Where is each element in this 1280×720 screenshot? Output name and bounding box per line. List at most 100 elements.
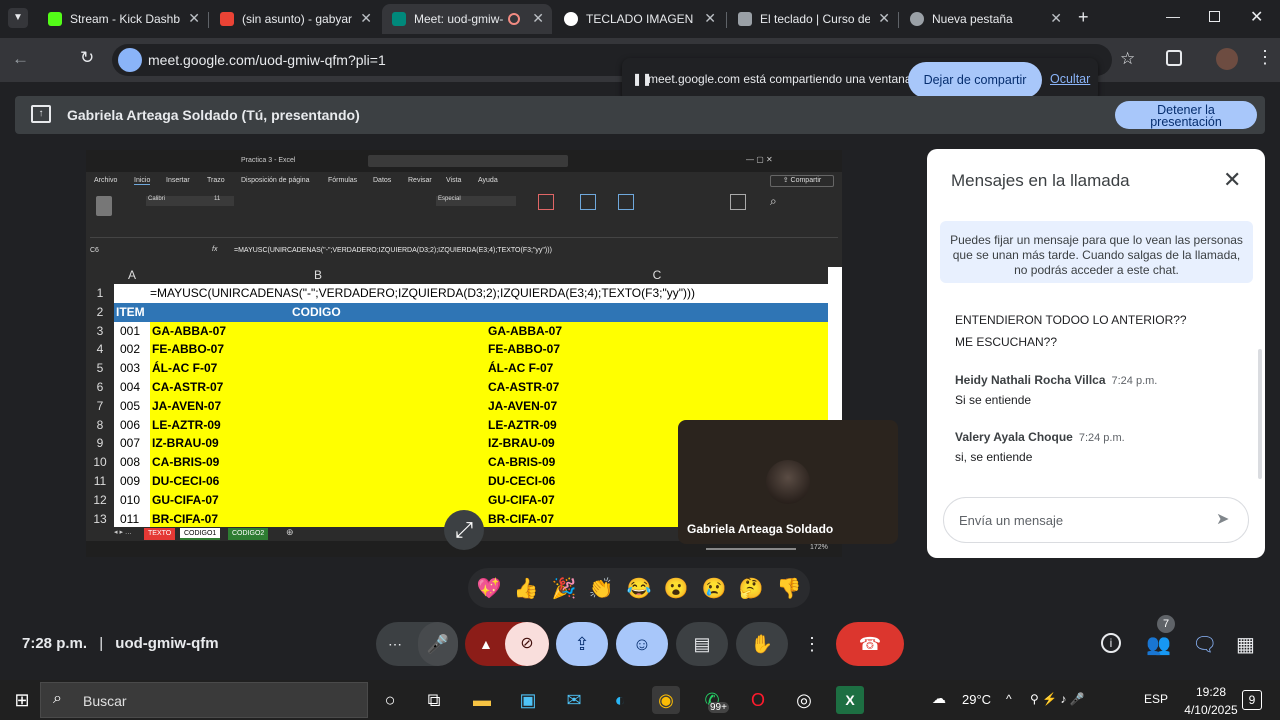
- item-cell[interactable]: 011: [114, 510, 150, 529]
- reaction-thinking-icon[interactable]: 🤔: [737, 576, 765, 601]
- close-window-icon[interactable]: ✕: [1250, 7, 1263, 27]
- add-sheet-icon[interactable]: ⊕: [286, 527, 294, 538]
- column-header-a[interactable]: A: [114, 267, 150, 284]
- menu-trazo[interactable]: Trazo: [207, 177, 225, 184]
- close-icon[interactable]: ✕: [188, 10, 200, 27]
- item-cell[interactable]: 009: [114, 472, 150, 491]
- extensions-icon[interactable]: [1166, 50, 1182, 66]
- menu-datos[interactable]: Datos: [373, 177, 391, 184]
- meeting-details-icon[interactable]: i: [1101, 633, 1121, 653]
- codigo-cell-c[interactable]: GA-ABBA-07: [486, 321, 828, 341]
- item-cell[interactable]: 004: [114, 378, 150, 397]
- store-icon[interactable]: ▣: [514, 686, 542, 714]
- camera-options-icon[interactable]: ▲: [479, 622, 493, 666]
- codigo-cell-b[interactable]: DU-CECI-06: [150, 472, 486, 491]
- avatar[interactable]: [1216, 48, 1238, 70]
- microphone-icon[interactable]: 🎤: [418, 622, 458, 666]
- column-header-c[interactable]: C: [486, 267, 828, 284]
- number-format-box[interactable]: Especial: [436, 196, 516, 206]
- close-icon[interactable]: ✕: [1223, 167, 1241, 193]
- menu-disposicion[interactable]: Disposición de página: [241, 177, 310, 184]
- weather-icon[interactable]: ☁: [932, 690, 946, 707]
- temperature[interactable]: 29°C: [962, 692, 991, 707]
- bookmark-star-icon[interactable]: ☆: [1120, 49, 1135, 69]
- tab-gmail[interactable]: (sin asunto) - gabyart ✕: [210, 4, 380, 34]
- restore-icon[interactable]: [1209, 11, 1220, 22]
- reaction-sad-icon[interactable]: 😢: [700, 576, 728, 601]
- chat-icon[interactable]: 🗨: [1192, 632, 1217, 657]
- header-item[interactable]: ITEM: [114, 302, 150, 322]
- codigo-cell-c[interactable]: CA-ASTR-07: [486, 378, 828, 397]
- opera-icon[interactable]: O: [744, 686, 772, 714]
- reaction-heart-icon[interactable]: 💖: [475, 576, 503, 601]
- mic-site-icon[interactable]: [118, 48, 142, 72]
- codigo-cell-b[interactable]: ÁL-AC F-07: [150, 359, 486, 378]
- conditional-format-icon[interactable]: [538, 194, 554, 210]
- codigo-cell-c[interactable]: ÁL-AC F-07: [486, 359, 828, 378]
- menu-revisar[interactable]: Revisar: [408, 177, 432, 184]
- sort-filter-icon[interactable]: [730, 194, 746, 210]
- tray-chevron-icon[interactable]: ^: [1006, 692, 1012, 706]
- menu-kebab-icon[interactable]: ⋮: [1256, 47, 1274, 68]
- codigo-cell-c[interactable]: JA-AVEN-07: [486, 396, 828, 416]
- codigo-cell-c[interactable]: FE-ABBO-07: [486, 340, 828, 360]
- codigo-cell-b[interactable]: FE-ABBO-07: [150, 340, 486, 360]
- reaction-surprised-icon[interactable]: 😮: [662, 576, 690, 601]
- codigo-cell-b[interactable]: JA-AVEN-07: [150, 396, 486, 416]
- windows-start-icon[interactable]: ⊞: [8, 686, 36, 714]
- zoom-slider[interactable]: [706, 548, 796, 550]
- tab-kick[interactable]: Stream - Kick Dashbo ✕: [38, 4, 208, 34]
- clock-time[interactable]: 19:28: [1186, 685, 1236, 699]
- excel-search-box[interactable]: [368, 155, 568, 167]
- expand-icon[interactable]: ⤢: [444, 510, 484, 550]
- menu-ayuda[interactable]: Ayuda: [478, 177, 498, 184]
- chat-scrollbar[interactable]: [1258, 349, 1262, 479]
- notification-icon[interactable]: 9: [1242, 690, 1262, 710]
- item-cell[interactable]: 003: [114, 359, 150, 378]
- emoji-reactions-button[interactable]: ☺: [616, 622, 668, 666]
- sheet-tab-codigo1[interactable]: CODIGO1: [180, 528, 221, 540]
- language-indicator[interactable]: ESP: [1144, 692, 1168, 706]
- codigo-cell-b[interactable]: BR-CIFA-07: [150, 509, 486, 529]
- self-video-tile[interactable]: Gabriela Arteaga Soldado: [678, 420, 898, 544]
- close-icon[interactable]: ✕: [878, 10, 890, 27]
- excel-icon[interactable]: X: [836, 686, 864, 714]
- column-header-b[interactable]: B: [150, 267, 486, 284]
- tab-list-dropdown-icon[interactable]: ▼: [8, 8, 28, 28]
- item-cell[interactable]: 006: [114, 416, 150, 435]
- menu-archivo[interactable]: Archivo: [94, 177, 117, 184]
- item-cell[interactable]: 008: [114, 453, 150, 472]
- task-view-icon[interactable]: ⧉: [420, 686, 448, 714]
- activities-icon[interactable]: ▦: [1236, 632, 1255, 657]
- header-c-cell[interactable]: [486, 302, 828, 322]
- menu-inicio[interactable]: Inicio: [134, 177, 151, 185]
- font-name-box[interactable]: Calibri: [146, 196, 218, 206]
- more-options-button[interactable]: ⋮: [796, 622, 828, 666]
- chrome-icon[interactable]: ◉: [652, 686, 680, 714]
- reaction-party-icon[interactable]: 🎉: [550, 576, 578, 601]
- back-icon[interactable]: ←: [12, 49, 29, 69]
- reload-icon[interactable]: ↻: [80, 48, 94, 68]
- more-audio-options-icon[interactable]: ⋯: [388, 622, 402, 666]
- close-icon[interactable]: ✕: [532, 10, 544, 27]
- codigo-cell-b[interactable]: LE-AZTR-09: [150, 415, 486, 435]
- reaction-thumbs-up-icon[interactable]: 👍: [512, 576, 540, 601]
- present-screen-button[interactable]: ⇪: [556, 622, 608, 666]
- send-icon[interactable]: ➤: [1216, 509, 1229, 529]
- camera-off-icon[interactable]: ⊘: [505, 622, 549, 666]
- reaction-clap-icon[interactable]: 👏: [587, 576, 615, 601]
- tab-nueva-pestana[interactable]: Nueva pestaña ✕: [900, 4, 1070, 34]
- sheet-nav-icon[interactable]: ◂ ▸ …: [114, 528, 132, 536]
- paste-icon[interactable]: [96, 196, 112, 216]
- codigo-cell-b[interactable]: CA-BRIS-09: [150, 453, 486, 472]
- item-cell[interactable]: 001: [114, 322, 150, 341]
- codigo-cell-b[interactable]: GA-ABBA-07: [150, 321, 486, 341]
- tab-meet[interactable]: Meet: uod-gmiw- ✕: [382, 4, 552, 34]
- item-cell[interactable]: 007: [114, 434, 150, 453]
- name-box[interactable]: C6: [90, 247, 148, 257]
- people-icon[interactable]: 👥: [1146, 632, 1171, 657]
- formula-text[interactable]: =MAYUSC(UNIRCADENAS("-";VERDADERO;IZQUIE…: [234, 247, 552, 254]
- close-icon[interactable]: ✕: [1050, 10, 1062, 27]
- file-explorer-icon[interactable]: ▬: [468, 686, 496, 714]
- stop-presenting-button[interactable]: Detener la presentación: [1115, 101, 1257, 129]
